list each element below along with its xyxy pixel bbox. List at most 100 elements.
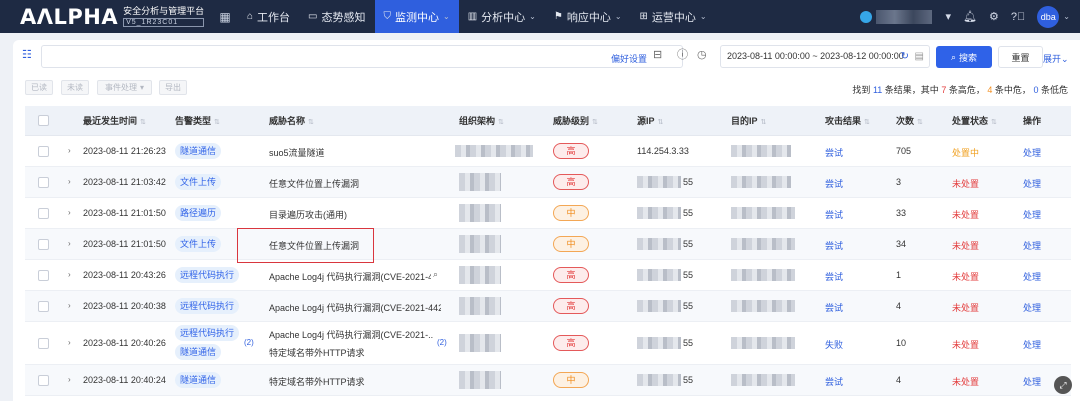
result-link[interactable]: 尝试	[825, 375, 843, 388]
reset-button[interactable]: 重置	[998, 46, 1043, 68]
table-row[interactable]: › 2023-08-11 20:43:26 远程代码执行 Apache Log4…	[25, 260, 1071, 291]
calendar-icon[interactable]: ▤	[915, 46, 924, 67]
threat-name-cell[interactable]: Apache Log4j 代码执行漏洞(CVE-2021-4	[269, 270, 431, 283]
result-link[interactable]: 尝试	[825, 177, 843, 190]
col-status[interactable]: 处置状态 ⇅	[952, 106, 997, 136]
brand-logo[interactable]: AɅLPHA 安全分析与管理平台 V5_1R23C01	[0, 5, 212, 29]
sort-icon[interactable]: ⇅	[498, 119, 504, 126]
sort-icon[interactable]: ⇅	[761, 119, 767, 126]
result-link[interactable]: 尝试	[825, 208, 843, 221]
row-checkbox[interactable]	[38, 301, 49, 312]
search-icon[interactable]: ⌕	[433, 269, 438, 280]
threat-name-cell[interactable]: Apache Log4j 代码执行漏洞(CVE-2021-4422	[269, 301, 441, 314]
table-row[interactable]: › 2023-08-11 20:40:24 隧道通信 特定域名带外HTTP请求 …	[25, 365, 1071, 396]
search-input[interactable]	[41, 45, 683, 68]
col-level[interactable]: 威胁级别 ⇅	[553, 106, 598, 136]
row-checkbox[interactable]	[38, 338, 49, 349]
caret-down-icon[interactable]: ▾	[946, 10, 952, 23]
more-types-count[interactable]: (2)	[244, 338, 254, 347]
sort-icon[interactable]: ⇅	[214, 119, 220, 126]
sort-icon[interactable]: ⇅	[658, 119, 664, 126]
expand-row-icon[interactable]: ›	[68, 239, 71, 248]
preference-settings-link[interactable]: 偏好设置	[611, 52, 647, 65]
col-count[interactable]: 次数 ⇅	[896, 106, 923, 136]
fullscreen-icon[interactable]: ⤢	[1054, 376, 1072, 394]
table-row[interactable]: › 2023-08-11 21:03:42 文件上传 任意文件位置上传漏洞 高 …	[25, 167, 1071, 198]
export-button[interactable]: 导出	[159, 80, 187, 95]
sort-icon[interactable]: ⇅	[592, 119, 598, 126]
sort-icon[interactable]: ⇅	[864, 119, 870, 126]
chevron-down-icon[interactable]: ⌄	[1063, 12, 1070, 21]
threat-name-cell[interactable]: Apache Log4j 代码执行漏洞(CVE-2021-...	[269, 328, 433, 341]
col-time[interactable]: 最近发生时间 ⇅	[83, 106, 146, 136]
handle-link[interactable]: 处理	[1023, 208, 1041, 221]
user-avatar[interactable]: dba	[1037, 5, 1060, 28]
sort-icon[interactable]: ⇅	[140, 119, 146, 126]
handle-link[interactable]: 处理	[1023, 375, 1041, 388]
clock-icon[interactable]: ◷	[697, 49, 707, 61]
filter-icon[interactable]: ☷	[22, 50, 33, 61]
search-button[interactable]: ⌕ 搜索	[936, 46, 992, 68]
result-link[interactable]: 尝试	[825, 270, 843, 283]
handle-link[interactable]: 处理	[1023, 177, 1041, 190]
nav-item-response[interactable]: ⚑ 响应中心 ⌄	[545, 0, 631, 33]
apps-grid-icon[interactable]: ▦	[212, 10, 238, 24]
col-org[interactable]: 组织架构 ⇅	[459, 106, 504, 136]
col-type[interactable]: 告警类型 ⇅	[175, 106, 220, 136]
mark-read-button[interactable]: 已读	[25, 80, 53, 95]
threat-name-cell[interactable]: 特定域名带外HTTP请求	[269, 375, 365, 388]
date-range-picker[interactable]: 2023-08-11 00:00:00 ~ 2023-08-12 00:00:0…	[720, 45, 930, 68]
table-row[interactable]: › 2023-08-11 21:01:50 文件上传 任意文件位置上传漏洞 中 …	[25, 229, 1071, 260]
handle-link[interactable]: 处理	[1023, 270, 1041, 283]
mark-unread-button[interactable]: 未读	[61, 80, 89, 95]
handle-link[interactable]: 处理	[1023, 338, 1041, 351]
expand-row-icon[interactable]: ›	[68, 338, 71, 347]
help-icon[interactable]: ?⃝	[1011, 11, 1025, 23]
expand-row-icon[interactable]: ›	[68, 146, 71, 155]
save-icon[interactable]: ⊟	[653, 49, 662, 61]
nav-item-situation[interactable]: ▭ 态势感知	[299, 0, 374, 33]
col-src-ip[interactable]: 源IP ⇅	[637, 106, 663, 136]
threat-name-cell[interactable]: 目录遍历攻击(通用)	[269, 208, 347, 221]
expand-row-icon[interactable]: ›	[68, 301, 71, 310]
row-checkbox[interactable]	[38, 239, 49, 250]
table-row[interactable]: › 2023-08-11 21:26:23 隧道通信 suo5流量隧道 高 11…	[25, 136, 1071, 167]
sort-icon[interactable]: ⇅	[308, 119, 314, 126]
expand-row-icon[interactable]: ›	[68, 270, 71, 279]
expand-link[interactable]: 展开⌄	[1043, 52, 1069, 65]
handle-link[interactable]: 处理	[1023, 239, 1041, 252]
gear-icon[interactable]: ⚙	[989, 10, 999, 23]
row-checkbox[interactable]	[38, 177, 49, 188]
nav-item-operation[interactable]: ⊞ 运营中心 ⌄	[631, 0, 716, 33]
nav-item-analysis[interactable]: ▥ 分析中心 ⌄	[459, 0, 545, 33]
expand-row-icon[interactable]: ›	[68, 208, 71, 217]
expand-row-icon[interactable]: ›	[68, 375, 71, 384]
row-checkbox[interactable]	[38, 375, 49, 386]
col-result[interactable]: 攻击结果 ⇅	[825, 106, 870, 136]
col-name[interactable]: 威胁名称 ⇅	[269, 106, 314, 136]
row-checkbox[interactable]	[38, 208, 49, 219]
info-icon[interactable]: ⓘ	[677, 49, 688, 61]
result-link[interactable]: 失败	[825, 338, 843, 351]
sort-icon[interactable]: ⇅	[991, 119, 997, 126]
handle-link[interactable]: 处理	[1023, 146, 1041, 159]
col-dst-ip[interactable]: 目的IP ⇅	[731, 106, 766, 136]
result-link[interactable]: 尝试	[825, 146, 843, 159]
nav-item-workbench[interactable]: ⌂ 工作台	[238, 0, 299, 33]
sort-icon[interactable]: ⇅	[917, 119, 923, 126]
result-link[interactable]: 尝试	[825, 301, 843, 314]
more-names-count[interactable]: (2)	[437, 338, 447, 347]
row-checkbox[interactable]	[38, 270, 49, 281]
expand-row-icon[interactable]: ›	[68, 177, 71, 186]
row-checkbox[interactable]	[38, 146, 49, 157]
select-all-checkbox[interactable]	[38, 115, 49, 126]
table-row[interactable]: › 2023-08-11 20:40:26 远程代码执行 隧道通信 (2) Ap…	[25, 322, 1071, 365]
threat-name-cell[interactable]: 任意文件位置上传漏洞	[269, 177, 359, 190]
threat-name-cell[interactable]: 特定域名带外HTTP请求	[269, 346, 365, 359]
threat-name-cell[interactable]: suo5流量隧道	[269, 146, 325, 159]
nav-item-monitoring[interactable]: ⛉ 监测中心 ⌄	[374, 0, 459, 33]
tenant-name-redacted[interactable]	[875, 9, 932, 24]
table-row[interactable]: › 2023-08-11 20:40:38 远程代码执行 Apache Log4…	[25, 291, 1071, 322]
bell-icon[interactable]: 🔔︎	[963, 10, 977, 23]
result-link[interactable]: 尝试	[825, 239, 843, 252]
